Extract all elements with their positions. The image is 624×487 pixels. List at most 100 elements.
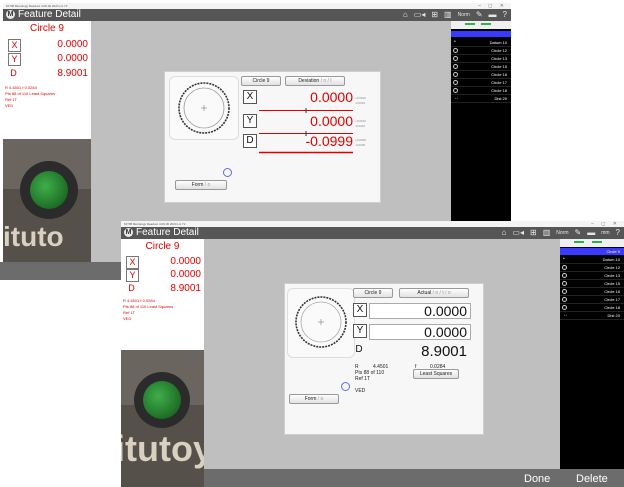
ved-info: VED [5,103,14,108]
list-item[interactable]: Circle 17 [451,79,511,87]
camera-green-led [30,171,68,209]
tab-indicator-2[interactable] [481,23,491,25]
camera-icon[interactable]: ▭◂ [512,228,524,238]
y-axis-button[interactable]: Y [126,269,139,282]
d-label-box: D [355,344,363,355]
x-row[interactable]: X 0.0000 [126,256,201,269]
camera-green-led [143,381,181,419]
list-item[interactable]: Circle 18 [560,304,624,312]
feature-list-selected[interactable] [451,31,511,37]
app-logo-icon[interactable]: M [124,228,133,237]
tab-indicator-1[interactable] [465,23,475,25]
list-item[interactable]: ↔ Dist 20 [560,312,624,320]
reference-info: Ref 1T [5,97,18,102]
reference-label: Ref 1T [355,376,371,382]
x-tolerance-upper: +0.0010 [355,96,366,100]
radio-icon [453,56,458,61]
y-tolerance-upper: +0.0010 [355,119,366,123]
norm-toggle[interactable]: Norm [458,10,470,20]
x-value: 0.0000 [57,39,88,50]
y-axis-button[interactable]: Y [8,53,21,66]
help-icon[interactable]: ? [503,10,507,20]
header-toolbar: ⌂ ▭◂ ⊞ ▥ Norm ✎ ▬ mm ? [502,228,620,238]
d-axis-box[interactable]: D [243,134,257,148]
deviation-d-value: -0.0999 [305,133,353,149]
norm-toggle[interactable]: Norm [556,228,568,238]
d-tolerance-bar [259,151,353,154]
camera-icon[interactable]: ▭◂ [414,10,426,20]
y-row[interactable]: Y 0.0000 [8,53,88,66]
d-row[interactable]: D 8.9001 [126,283,201,295]
list-item[interactable]: Circle 18 [451,87,511,95]
radio-icon [453,48,458,53]
circle-preview [287,288,355,358]
feature-select-button[interactable]: Circle 9 [241,76,281,86]
list-item[interactable]: Circle 15 [560,280,624,288]
done-button[interactable]: Done [524,472,550,486]
camera-view[interactable]: ituto [3,139,91,265]
list-item[interactable]: Circle 17 [560,296,624,304]
probe-icon[interactable]: ✎ [575,228,582,238]
app-logo-icon[interactable]: M [6,10,15,19]
x-row[interactable]: X 0.0000 [8,39,88,52]
y-axis-box[interactable]: Y [243,114,257,128]
radio-icon [453,88,458,93]
delete-button[interactable]: Delete [576,472,608,486]
list-item[interactable]: ↔ Dist 20 [451,95,511,103]
arrows-icon: ↔ [563,312,568,318]
feature-name: Circle 9 [145,241,180,252]
d-label: D [128,283,135,293]
list-item[interactable]: Circle 15 [451,63,511,71]
x-axis-box[interactable]: X [243,90,257,104]
left-readout: Circle 9 X 0.0000 Y 0.0000 D 8.9001 R 4.… [3,21,91,139]
feature-select-button[interactable]: Circle 9 [353,288,393,298]
selected-feature-label: Circle 9 [606,249,620,254]
radio-icon [453,80,458,85]
page-title: Feature Detail [18,9,81,20]
unit-toggle[interactable]: ▬ [489,10,497,20]
radio-icon [453,64,458,69]
list-item[interactable]: Circle 13 [560,272,624,280]
tab-indicator-1[interactable] [574,241,584,243]
edge-icon[interactable]: ▥ [543,228,551,238]
x-axis-button[interactable]: X [8,39,21,52]
unit-toggle[interactable]: ▬ [587,228,595,238]
feature-list-selected[interactable]: Circle 9 [560,248,624,255]
edge-icon[interactable]: ▥ [444,10,452,20]
x-axis-button[interactable]: X [126,256,139,269]
list-item[interactable]: Circle 12 [451,47,511,55]
list-item[interactable]: • Datum 10 [451,39,511,47]
help-icon[interactable]: ? [616,228,620,238]
x-axis-box[interactable]: X [353,303,367,317]
radio-icon [562,297,567,302]
radio-icon [562,273,567,278]
display-mode-button[interactable]: Actual / n / t / o [399,288,469,298]
radio-icon [562,281,567,286]
list-item[interactable]: Circle 16 [560,288,624,296]
feature-list: Circle 9 • Datum 10 Circle 12 Circle 13 C… [560,239,624,469]
list-item[interactable]: Circle 13 [451,55,511,63]
y-row[interactable]: Y 0.0000 [126,269,201,282]
crosshair-icon[interactable]: ⊞ [431,10,438,20]
least-squares-button[interactable]: Least Squares [413,369,459,379]
form-button[interactable]: Form / o [175,180,227,190]
d-row[interactable]: D 8.9001 [8,68,88,80]
probe-icon[interactable]: ✎ [476,10,483,20]
radio-icon [453,72,458,77]
crosshair-icon[interactable]: ⊞ [530,228,537,238]
feature-panel: Form / o Circle 9 Actual / n / t / o X 0… [284,283,484,435]
home-icon[interactable]: ⌂ [502,228,507,238]
actual-d-row: D 8.9001 [353,344,471,362]
tab-indicator-2[interactable] [592,241,602,243]
list-item[interactable]: Circle 16 [451,71,511,79]
y-value: 0.0000 [57,53,88,64]
home-icon[interactable]: ⌂ [403,10,408,20]
display-mode-button[interactable]: Deviation / n / t [285,76,345,86]
y-axis-box[interactable]: Y [353,324,367,338]
form-button[interactable]: Form / o [289,394,339,404]
camera-view[interactable]: itutoy [121,350,204,487]
list-item[interactable]: • Datum 10 [560,256,624,264]
list-item[interactable]: Circle 12 [560,264,624,272]
circle-preview [169,76,239,140]
unit-label[interactable]: mm [601,228,609,238]
